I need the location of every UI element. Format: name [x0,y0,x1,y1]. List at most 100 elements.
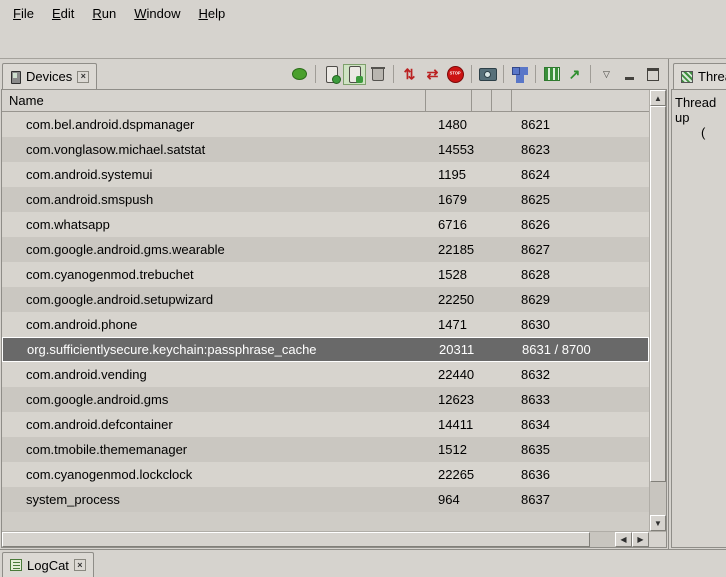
menu-help[interactable]: Help [189,2,234,25]
toolbar-separator [315,65,316,83]
toolbar-separator [535,65,536,83]
vertical-scroll-track[interactable] [650,106,666,515]
cause-gc-icon[interactable] [366,64,389,85]
process-pid: 14553 [426,142,472,157]
process-row[interactable]: com.whatsapp67168626 [2,212,649,237]
minimize-icon[interactable] [618,64,641,85]
process-name: com.android.defcontainer [2,417,426,432]
close-icon[interactable] [74,559,86,571]
maximize-icon[interactable] [641,64,664,85]
process-row[interactable]: system_process9648637 [2,487,649,512]
ddms-window: FileEditRunWindowHelp Devices Name [0,0,726,577]
process-name: com.android.systemui [2,167,426,182]
process-table: Name com.bel.android.dspmanager14808621c… [2,90,666,531]
process-row[interactable]: com.bel.android.dspmanager14808621 [2,112,649,137]
process-name: com.vonglasow.michael.satstat [2,142,426,157]
systrace-icon[interactable] [540,64,563,85]
column-header-pid[interactable] [426,90,472,111]
devices-tab-label: Devices [26,69,72,84]
view-hierarchy-icon[interactable] [508,64,531,85]
process-port: 8632 [512,367,649,382]
process-pid: 22265 [426,467,472,482]
process-row[interactable]: com.google.android.gms.wearable221858627 [2,237,649,262]
process-name: com.google.android.gms [2,392,426,407]
process-name: com.android.vending [2,367,426,382]
process-row[interactable]: org.sufficientlysecure.keychain:passphra… [2,337,649,362]
threads-message-line1: Thread up [675,95,723,125]
close-icon[interactable] [77,71,89,83]
column-header-name[interactable]: Name [2,90,426,111]
tab-logcat[interactable]: LogCat [2,552,94,577]
stop-process-icon[interactable] [444,64,467,85]
table-header: Name [2,90,649,112]
process-port: 8629 [512,292,649,307]
tracker-icon[interactable] [563,64,586,85]
process-row[interactable]: com.vonglasow.michael.satstat14553 8623 [2,137,649,162]
column-header-port[interactable] [512,90,649,111]
process-pid: 1528 [426,267,472,282]
dump-hprof-icon[interactable] [343,64,366,85]
process-pid: 1480 [426,117,472,132]
process-name: com.cyanogenmod.lockclock [2,467,426,482]
process-pid: 1195 [426,167,472,182]
menu-run[interactable]: Run [83,2,125,25]
tab-devices[interactable]: Devices [2,63,97,89]
update-heap-icon[interactable] [320,64,343,85]
threads-tab-icon [681,71,693,83]
toolbar-separator [471,65,472,83]
process-name: com.android.smspush [2,192,426,207]
process-row[interactable]: com.tmobile.thememanager15128635 [2,437,649,462]
process-port: 8623 [512,142,649,157]
column-header-spacer1[interactable] [472,90,492,111]
process-row[interactable]: com.android.defcontainer144118634 [2,412,649,437]
process-pid: 22440 [426,367,472,382]
column-header-spacer2[interactable] [492,90,512,111]
vertical-scroll-thumb[interactable] [650,106,666,482]
menu-edit[interactable]: Edit [43,2,83,25]
horizontal-scrollbar[interactable]: ◀ ▶ [2,531,666,547]
scroll-up-icon[interactable]: ▲ [650,90,666,106]
scrollbar-corner [649,532,666,547]
process-row[interactable]: com.android.smspush16798625 [2,187,649,212]
debug-process-icon[interactable] [288,64,311,85]
process-port: 8626 [512,217,649,232]
process-pid: 1512 [426,442,472,457]
toolbar-separator [393,65,394,83]
vertical-scrollbar[interactable]: ▲ ▼ [649,90,666,531]
process-row[interactable]: com.cyanogenmod.trebuchet15288628 [2,262,649,287]
screen-capture-icon[interactable] [476,64,499,85]
process-pid: 1679 [426,192,472,207]
process-row[interactable]: com.google.android.gms126238633 [2,387,649,412]
process-pid: 20311 [427,342,473,357]
horizontal-scroll-track[interactable] [2,532,615,547]
process-port: 8637 [512,492,649,507]
view-menu-icon[interactable] [595,64,618,85]
process-row[interactable]: com.android.systemui11958624 [2,162,649,187]
process-row[interactable]: com.cyanogenmod.lockclock22265 8636 [2,462,649,487]
process-pid: 14411 [426,417,472,432]
scroll-down-icon[interactable]: ▼ [650,515,666,531]
process-row[interactable]: com.android.phone14718630 [2,312,649,337]
tab-threads[interactable]: Threads [673,63,726,89]
menu-window[interactable]: Window [125,2,189,25]
horizontal-scroll-thumb[interactable] [2,532,590,547]
process-row[interactable]: com.google.android.setupwizard222508629 [2,287,649,312]
method-profiling-icon[interactable] [421,64,444,85]
update-threads-icon[interactable] [398,64,421,85]
logcat-tab-icon [10,559,22,571]
threads-tabbar: Threads [671,59,726,89]
process-port: 8630 [512,317,649,332]
process-port: 8633 [512,392,649,407]
process-port: 8636 [512,467,649,482]
threads-content: Thread up ( [671,89,726,548]
scroll-left-icon[interactable]: ◀ [615,532,632,547]
devices-tab-icon [10,71,21,83]
process-row[interactable]: com.android.vending22440 8632 [2,362,649,387]
process-table-body: com.bel.android.dspmanager14808621com.vo… [2,112,649,531]
process-port: 8621 [512,117,649,132]
process-pid: 964 [426,492,472,507]
menu-file[interactable]: File [4,2,43,25]
process-table-main: Name com.bel.android.dspmanager14808621c… [2,90,649,531]
process-port: 8628 [512,267,649,282]
scroll-right-icon[interactable]: ▶ [632,532,649,547]
